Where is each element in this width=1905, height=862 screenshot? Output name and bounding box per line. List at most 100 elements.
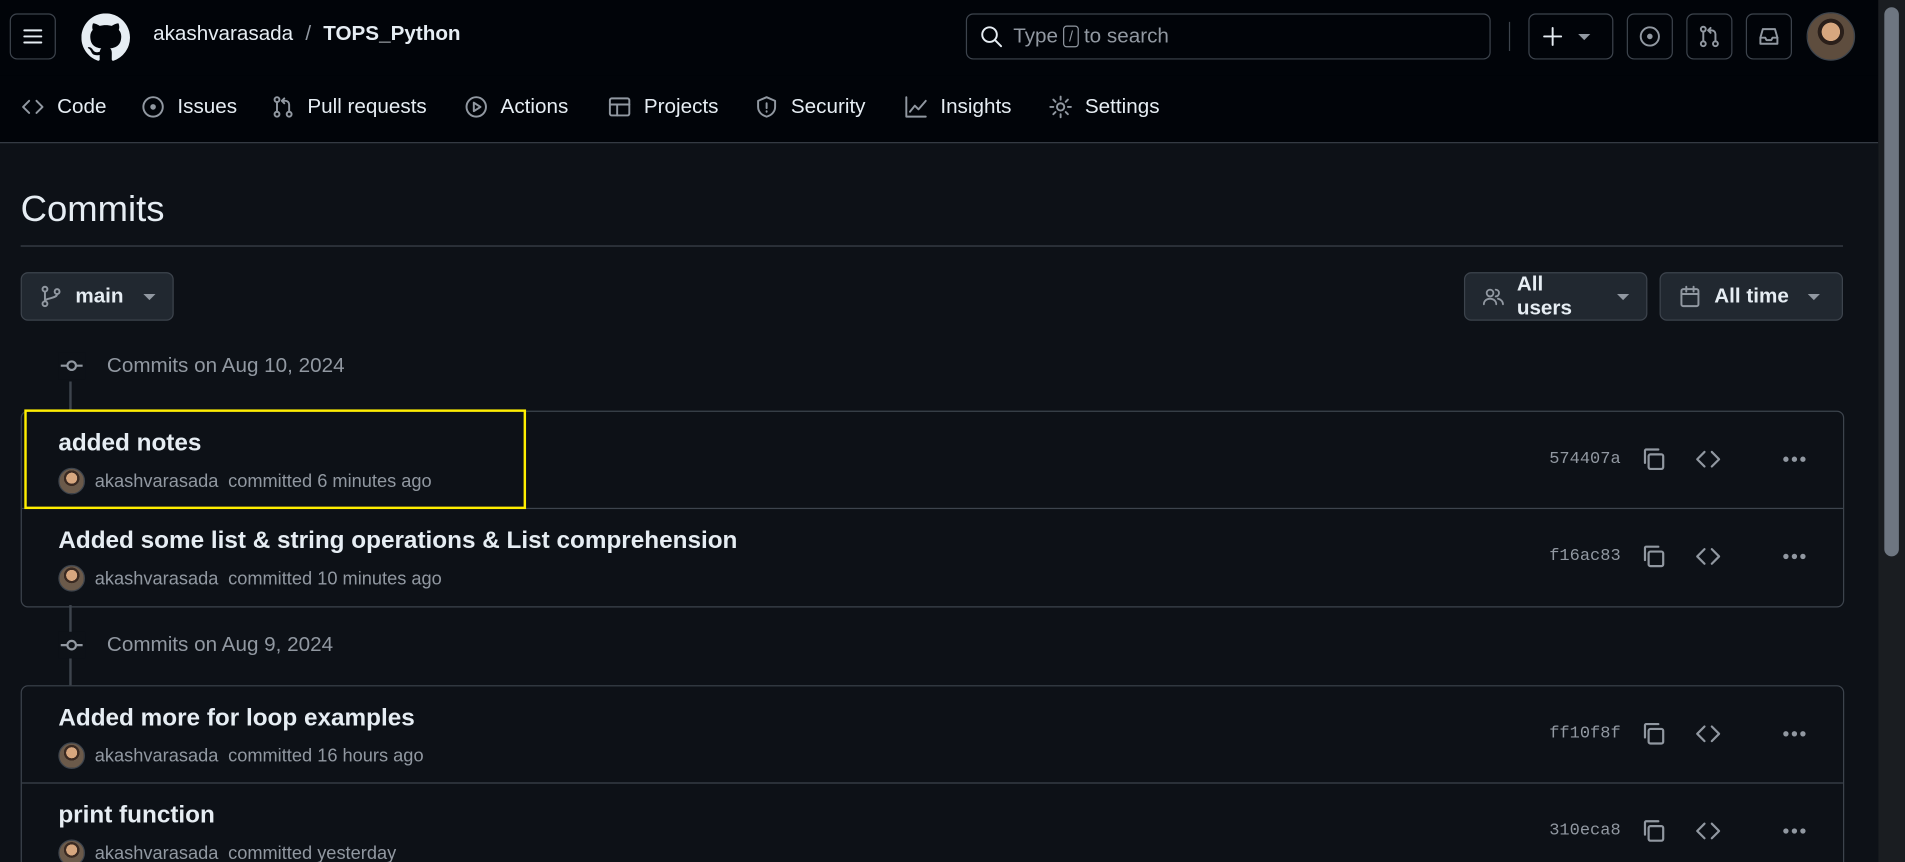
search-prefix: Type bbox=[1013, 24, 1059, 48]
avatar[interactable] bbox=[58, 839, 86, 862]
tab-security[interactable]: Security bbox=[754, 94, 866, 119]
inbox-button[interactable] bbox=[1745, 13, 1792, 60]
pull-requests-button[interactable] bbox=[1686, 13, 1733, 60]
code-icon bbox=[1696, 548, 1721, 565]
commit-list: added notes akashvarasada committed 6 mi… bbox=[20, 409, 1845, 608]
breadcrumb-separator: / bbox=[305, 21, 312, 45]
more-options-button[interactable] bbox=[1779, 718, 1811, 750]
tab-insights[interactable]: Insights bbox=[904, 95, 1012, 119]
commit-group-heading: Commits on Aug 10, 2024 bbox=[58, 352, 345, 380]
copy-sha-button[interactable] bbox=[1638, 815, 1670, 847]
commit-title-link[interactable]: Added more for loop examples bbox=[58, 705, 414, 733]
avatar[interactable] bbox=[58, 467, 86, 495]
search-input[interactable]: Type / to search bbox=[965, 13, 1491, 60]
commit-sha-link[interactable]: ff10f8f bbox=[1549, 724, 1620, 743]
tab-projects-label: Projects bbox=[643, 94, 719, 118]
copy-sha-button[interactable] bbox=[1638, 443, 1670, 475]
tab-security-label: Security bbox=[790, 94, 866, 118]
time-filter[interactable]: All time bbox=[1659, 272, 1844, 321]
code-icon bbox=[22, 99, 44, 114]
owner-link[interactable]: akashvarasada bbox=[153, 22, 293, 46]
search-shortcut-key: / bbox=[1062, 25, 1080, 48]
tab-actions[interactable]: Actions bbox=[464, 95, 568, 119]
commit-author-link[interactable]: akashvarasada bbox=[95, 745, 219, 766]
commit-sha-link[interactable]: 574407a bbox=[1549, 450, 1620, 469]
browse-repo-button[interactable] bbox=[1692, 541, 1724, 573]
tab-issues[interactable]: Issues bbox=[141, 95, 237, 119]
commit-row[interactable]: Added more for loop examples akashvarasa… bbox=[21, 686, 1844, 784]
git-branch-icon bbox=[41, 285, 61, 308]
commit-title-link[interactable]: added notes bbox=[58, 430, 201, 458]
global-header: akashvarasada / TOPS_Python Type / to se… bbox=[0, 0, 1879, 76]
kebab-horizontal-icon bbox=[1783, 456, 1806, 462]
tab-actions-label: Actions bbox=[500, 94, 569, 118]
commit-meta: akashvarasada committed 6 minutes ago bbox=[58, 467, 432, 495]
scrollbar-thumb[interactable] bbox=[1884, 7, 1899, 557]
copy-sha-button[interactable] bbox=[1638, 718, 1670, 750]
tab-settings[interactable]: Settings bbox=[1048, 95, 1160, 119]
commit-meta: akashvarasada committed 10 minutes ago bbox=[58, 564, 442, 592]
copy-sha-button[interactable] bbox=[1638, 541, 1670, 573]
github-logo-icon[interactable] bbox=[81, 13, 130, 62]
inbox-icon bbox=[1759, 28, 1779, 45]
repo-link[interactable]: TOPS_Python bbox=[323, 22, 460, 46]
avatar[interactable] bbox=[58, 564, 86, 592]
user-avatar[interactable] bbox=[1806, 12, 1856, 61]
commit-row[interactable]: Added some list & string operations & Li… bbox=[22, 509, 1843, 606]
commit-row[interactable]: print function akashvarasada committed y… bbox=[22, 784, 1843, 862]
commit-sha-link[interactable]: 310eca8 bbox=[1549, 821, 1620, 840]
commit-author-link[interactable]: akashvarasada bbox=[95, 471, 219, 492]
commit-sha-link[interactable]: f16ac83 bbox=[1549, 547, 1620, 566]
plus-icon bbox=[1543, 26, 1563, 46]
tab-pull-requests[interactable]: Pull requests bbox=[271, 95, 427, 119]
browse-repo-button[interactable] bbox=[1692, 815, 1724, 847]
more-options-button[interactable] bbox=[1779, 443, 1811, 475]
create-new-button[interactable] bbox=[1528, 13, 1614, 60]
time-filter-label: All time bbox=[1714, 284, 1789, 308]
commit-author-link[interactable]: akashvarasada bbox=[95, 568, 219, 589]
hamburger-icon bbox=[23, 29, 43, 44]
chevron-down-icon bbox=[1617, 293, 1630, 300]
branch-selector[interactable]: main bbox=[20, 272, 174, 321]
commit-row[interactable]: added notes akashvarasada committed 6 mi… bbox=[21, 409, 1844, 510]
code-icon bbox=[1696, 822, 1721, 840]
kebab-horizontal-icon bbox=[1783, 731, 1806, 737]
chevron-down-icon bbox=[1578, 33, 1591, 40]
commit-author-link[interactable]: akashvarasada bbox=[95, 843, 219, 862]
commit-title-link[interactable]: Added some list & string operations & Li… bbox=[58, 527, 737, 555]
git-commit-icon bbox=[58, 631, 86, 659]
commit-time: committed 10 minutes ago bbox=[228, 567, 442, 589]
tab-projects[interactable]: Projects bbox=[607, 94, 719, 119]
timeline-line bbox=[69, 381, 72, 411]
copy-icon bbox=[1643, 448, 1665, 471]
tab-issues-label: Issues bbox=[177, 94, 238, 118]
commits-page: Commits main All users All time Commits … bbox=[0, 143, 1879, 862]
browse-repo-button[interactable] bbox=[1692, 718, 1724, 750]
more-options-button[interactable] bbox=[1779, 815, 1811, 847]
tab-code[interactable]: Code bbox=[21, 95, 106, 119]
page-title: Commits bbox=[20, 189, 165, 230]
browse-repo-button[interactable] bbox=[1692, 443, 1724, 475]
repo-nav: Code Issues Pull requests Actions Projec… bbox=[0, 75, 1879, 144]
commit-group-heading: Commits on Aug 9, 2024 bbox=[58, 631, 333, 659]
header-divider bbox=[1508, 21, 1511, 52]
avatar[interactable] bbox=[58, 742, 86, 770]
copy-icon bbox=[1643, 820, 1665, 842]
issue-icon bbox=[142, 96, 164, 118]
menu-button[interactable] bbox=[9, 13, 56, 60]
branch-name: main bbox=[75, 284, 124, 308]
kebab-horizontal-icon bbox=[1783, 828, 1806, 834]
copy-icon bbox=[1643, 545, 1665, 568]
chevron-down-icon bbox=[142, 293, 156, 300]
tab-pull-requests-label: Pull requests bbox=[307, 94, 427, 118]
group-date: Commits on Aug 10, 2024 bbox=[106, 353, 345, 377]
issues-button[interactable] bbox=[1626, 13, 1673, 60]
users-filter-label: All users bbox=[1516, 272, 1572, 320]
copy-icon bbox=[1643, 722, 1665, 745]
title-divider bbox=[20, 245, 1844, 247]
users-filter[interactable]: All users bbox=[1463, 272, 1648, 321]
vertical-scrollbar[interactable] bbox=[1878, 0, 1905, 862]
commit-title-link[interactable]: print function bbox=[58, 802, 215, 830]
issue-icon bbox=[1639, 26, 1660, 47]
more-options-button[interactable] bbox=[1779, 541, 1811, 573]
